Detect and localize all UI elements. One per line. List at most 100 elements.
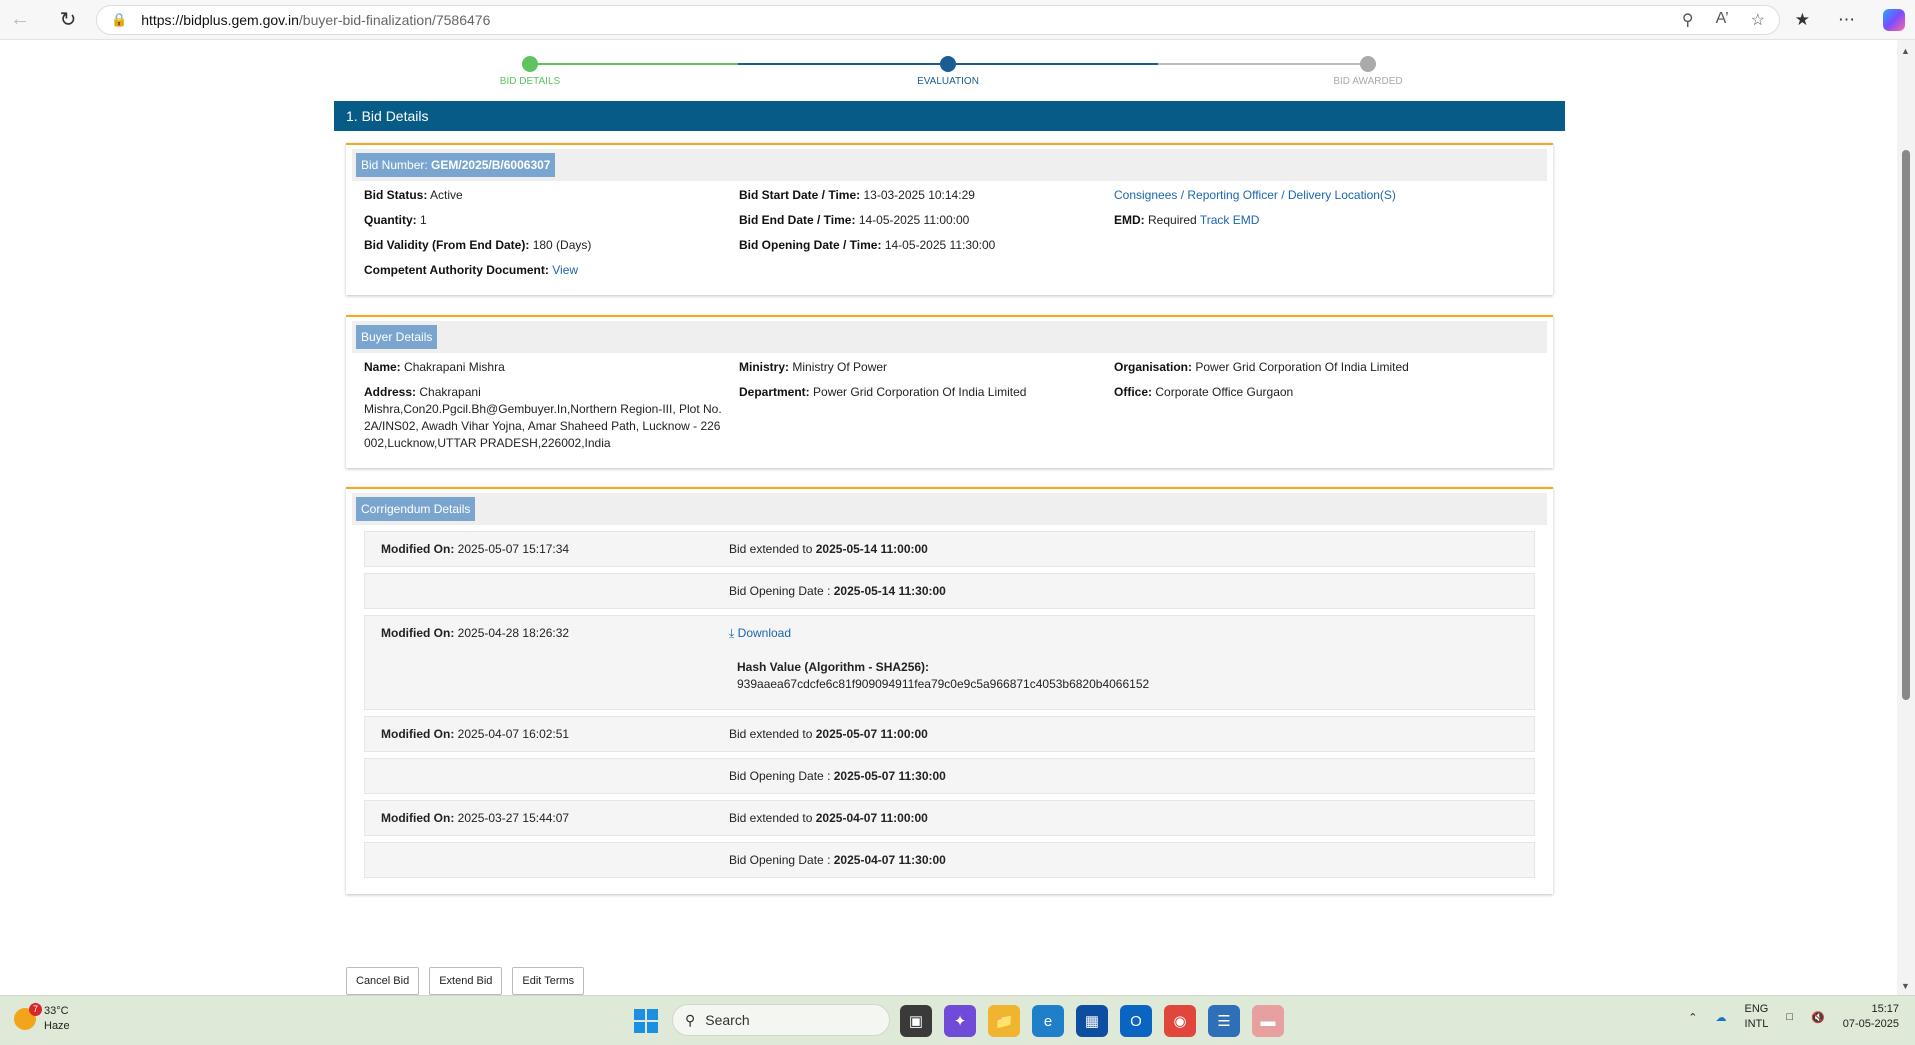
step-dot bbox=[1360, 56, 1376, 72]
page-scrollbar[interactable]: ▲ ▼ bbox=[1897, 40, 1915, 995]
file-explorer-icon[interactable]: 📁 bbox=[988, 1005, 1020, 1037]
action-buttons: Cancel Bid Extend Bid Edit Terms bbox=[346, 967, 585, 995]
clock-time: 15:17 bbox=[1871, 1003, 1899, 1015]
network-icon[interactable]: □ bbox=[1786, 1011, 1793, 1023]
organisation: Organisation: Power Grid Corporation Of … bbox=[1114, 360, 1409, 374]
card-header: Buyer Details bbox=[352, 321, 1547, 353]
language-indicator[interactable]: ENG INTL bbox=[1745, 1002, 1769, 1032]
step-label: BID AWARDED bbox=[1333, 76, 1403, 87]
corrigendum-card: Corrigendum Details Modified On: 2025-05… bbox=[346, 487, 1553, 894]
corrigendum-row: Modified On: 2025-04-07 16:02:51 Bid ext… bbox=[364, 716, 1535, 752]
edge-browser-icon[interactable]: e bbox=[1032, 1005, 1064, 1037]
bid-status: Bid Status: Active bbox=[364, 188, 463, 202]
windows-start-icon[interactable] bbox=[634, 1009, 658, 1033]
copilot-icon[interactable] bbox=[1883, 9, 1905, 31]
department: Department: Power Grid Corporation Of In… bbox=[739, 385, 1027, 399]
progress-stepper: BID DETAILS EVALUATION BID AWARDED bbox=[500, 52, 1403, 92]
section-title: 1. Bid Details bbox=[334, 101, 1565, 131]
browser-toolbar: ← ↻ 🔒 https://bidplus.gem.gov.in/buyer-b… bbox=[0, 0, 1915, 40]
lock-icon: 🔒 bbox=[111, 12, 128, 27]
bid-details-card: Bid Number: GEM/2025/B/6006307 Bid Statu… bbox=[346, 143, 1553, 295]
scroll-down-icon[interactable]: ▼ bbox=[1901, 981, 1910, 991]
step-label: BID DETAILS bbox=[499, 76, 561, 87]
bid-number: GEM/2025/B/6006307 bbox=[431, 158, 551, 172]
step-label: EVALUATION bbox=[917, 76, 979, 87]
step-bid-awarded: BID AWARDED bbox=[1288, 52, 1448, 87]
address-bar[interactable]: 🔒 https://bidplus.gem.gov.in/buyer-bid-f… bbox=[96, 5, 1780, 35]
corrigendum-row: Modified On: 2025-04-28 18:26:32 ⤓ Downl… bbox=[364, 615, 1535, 710]
extend-bid-button[interactable]: Extend Bid bbox=[429, 967, 503, 995]
weather-temp: 33°C bbox=[44, 1005, 69, 1017]
tray-chevron-up-icon[interactable]: ⌃ bbox=[1688, 1011, 1697, 1024]
buyer-address: Address: Chakrapani Mishra,Con20.Pgcil.B… bbox=[364, 385, 722, 450]
search-placeholder: Search bbox=[705, 1012, 750, 1028]
bid-col-3: Consignees / Reporting Officer / Deliver… bbox=[1114, 187, 1544, 287]
emd: EMD: Required Track EMD bbox=[1114, 213, 1260, 227]
cancel-bid-button[interactable]: Cancel Bid bbox=[346, 967, 420, 995]
onedrive-icon[interactable]: ☁ bbox=[1716, 1011, 1727, 1024]
weather-sun-icon: 7 bbox=[14, 1003, 42, 1030]
step-bid-details: BID DETAILS bbox=[450, 52, 610, 87]
buyer-name: Name: Chakrapani Mishra bbox=[364, 360, 505, 374]
quantity: Quantity: 1 bbox=[364, 213, 427, 227]
consignees-link[interactable]: Consignees / Reporting Officer / Deliver… bbox=[1114, 188, 1396, 202]
more-menu-icon[interactable]: ⋯ bbox=[1838, 10, 1855, 30]
step-dot bbox=[522, 56, 538, 72]
back-button[interactable]: ← bbox=[0, 0, 40, 40]
download-icon: ⤓ bbox=[729, 626, 735, 640]
step-dot bbox=[940, 56, 956, 72]
consignees: Consignees / Reporting Officer / Deliver… bbox=[1114, 187, 1544, 204]
notepad-icon[interactable]: ☰ bbox=[1208, 1005, 1240, 1037]
track-emd-link[interactable]: Track EMD bbox=[1200, 213, 1260, 227]
corrigendum-row: Bid Opening Date : 2025-05-14 11:30:00 bbox=[364, 573, 1535, 609]
buyer-col-1: Name: Chakrapani Mishra Address: Chakrap… bbox=[364, 359, 739, 460]
refresh-button[interactable]: ↻ bbox=[48, 0, 88, 40]
view-document-link[interactable]: View bbox=[552, 263, 578, 277]
url-path: /buyer-bid-finalization/7586476 bbox=[298, 12, 491, 28]
corrigendum-row: Modified On: 2025-03-27 15:44:07 Bid ext… bbox=[364, 800, 1535, 836]
url-host: https://bidplus.gem.gov.in bbox=[141, 12, 299, 28]
clock-date: 07-05-2025 bbox=[1842, 1018, 1899, 1030]
zoom-icon[interactable]: ⚲ bbox=[1682, 10, 1694, 30]
bid-details-grid: Bid Status: Active Quantity: 1 Bid Valid… bbox=[352, 181, 1547, 287]
store-icon[interactable]: ▦ bbox=[1076, 1005, 1108, 1037]
search-icon: ⚲ bbox=[685, 1011, 696, 1028]
page-content: BID DETAILS EVALUATION BID AWARDED 1. Bi… bbox=[0, 40, 1897, 995]
copilot-app-icon[interactable]: ✦ bbox=[944, 1005, 976, 1037]
edit-terms-button[interactable]: Edit Terms bbox=[512, 967, 585, 995]
read-aloud-icon[interactable]: A’ bbox=[1716, 10, 1729, 30]
buyer-details-card: Buyer Details Name: Chakrapani Mishra Ad… bbox=[346, 315, 1553, 468]
competent-authority: Competent Authority Document: View bbox=[364, 263, 579, 277]
taskbar-search[interactable]: ⚲ Search bbox=[672, 1004, 890, 1036]
volume-muted-icon[interactable]: 🔇 bbox=[1811, 1011, 1825, 1024]
bid-col-2: Bid Start Date / Time: 13-03-2025 10:14:… bbox=[739, 187, 1114, 287]
clock[interactable]: 15:17 07-05-2025 bbox=[1843, 1002, 1899, 1032]
buyer-col-3: Organisation: Power Grid Corporation Of … bbox=[1114, 359, 1544, 460]
outlook-icon[interactable]: O bbox=[1120, 1005, 1152, 1037]
scroll-up-icon[interactable]: ▲ bbox=[1901, 46, 1910, 56]
bid-opening-date: Bid Opening Date / Time: 14-05-2025 11:3… bbox=[739, 238, 996, 252]
favorites-icon[interactable]: ★ bbox=[1795, 10, 1810, 30]
hash-value: Hash Value (Algorithm - SHA256): 939aaea6… bbox=[737, 660, 1150, 691]
favorite-star-icon[interactable]: ☆ bbox=[1751, 10, 1765, 30]
address-bar-actions: ⚲ A’ ☆ bbox=[1682, 10, 1765, 30]
chrome-icon[interactable]: ◉ bbox=[1164, 1005, 1196, 1037]
task-view-icon[interactable]: ▣ bbox=[900, 1005, 932, 1037]
office: Office: Corporate Office Gurgaon bbox=[1114, 385, 1294, 399]
pinned-app-icon[interactable]: ▬ bbox=[1252, 1005, 1284, 1037]
download-link[interactable]: ⤓ Download bbox=[729, 626, 791, 640]
taskbar-apps: ▣ ✦ 📁 e ▦ O ◉ ☰ ▬ bbox=[900, 1005, 1284, 1037]
weather-widget[interactable]: 7 33°C Haze bbox=[14, 1003, 70, 1034]
buyer-col-2: Ministry: Ministry Of Power Department: … bbox=[739, 359, 1114, 460]
corrigendum-row: Bid Opening Date : 2025-04-07 11:30:00 bbox=[364, 842, 1535, 878]
corrigendum-row: Modified On: 2025-05-07 15:17:34 Bid ext… bbox=[364, 531, 1535, 567]
corrigendum-row: Bid Opening Date : 2025-05-07 11:30:00 bbox=[364, 758, 1535, 794]
bid-col-1: Bid Status: Active Quantity: 1 Bid Valid… bbox=[364, 187, 739, 287]
weather-desc: Haze bbox=[44, 1020, 70, 1032]
scroll-thumb[interactable] bbox=[1902, 150, 1910, 700]
bid-start-date: Bid Start Date / Time: 13-03-2025 10:14:… bbox=[739, 188, 975, 202]
bid-number-tag: Bid Number: GEM/2025/B/6006307 bbox=[356, 153, 556, 177]
buyer-details-tag: Buyer Details bbox=[356, 325, 438, 349]
card-header: Bid Number: GEM/2025/B/6006307 bbox=[352, 149, 1547, 181]
ministry: Ministry: Ministry Of Power bbox=[739, 360, 888, 374]
